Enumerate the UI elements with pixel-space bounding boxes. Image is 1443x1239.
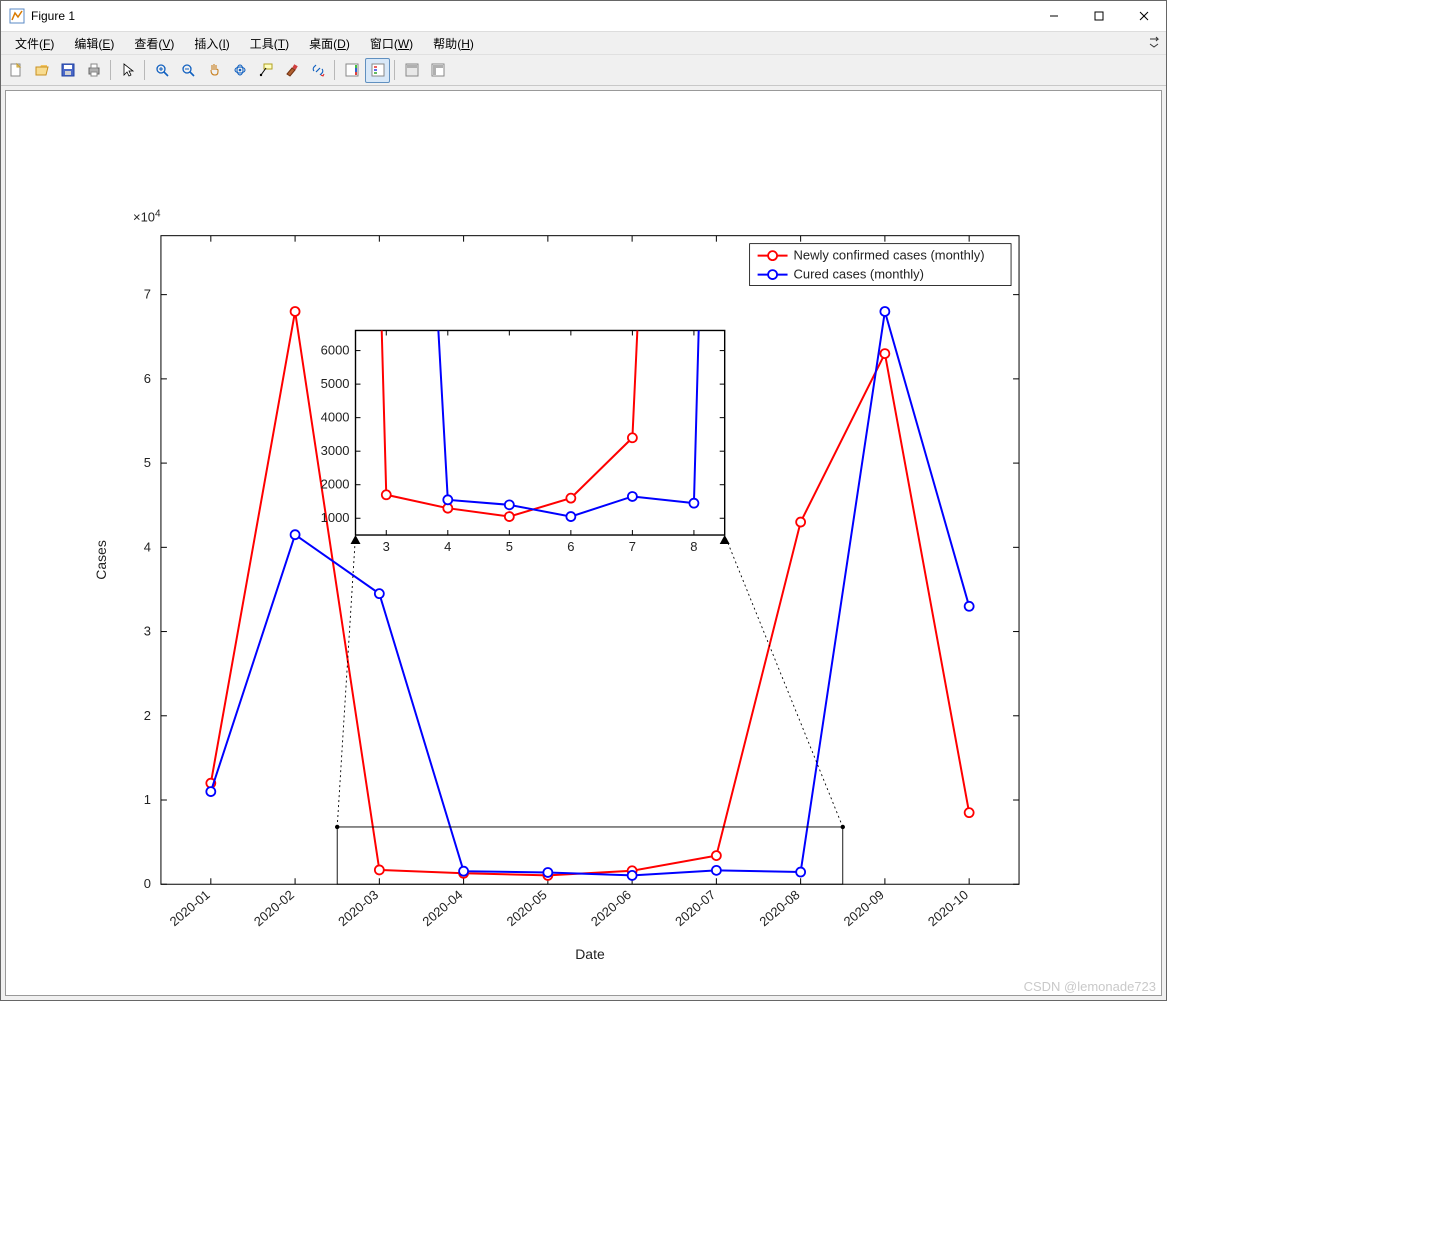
insert-legend-button[interactable]	[365, 58, 390, 83]
svg-text:3000: 3000	[321, 443, 350, 458]
menu-insert[interactable]: 插入(I)	[184, 33, 239, 54]
brush-button[interactable]	[279, 58, 304, 83]
data-cursor-button[interactable]	[253, 58, 278, 83]
pan-button[interactable]	[201, 58, 226, 83]
svg-text:2020-08: 2020-08	[756, 887, 802, 929]
svg-text:1: 1	[144, 792, 151, 807]
svg-text:5: 5	[506, 539, 513, 554]
menu-window[interactable]: 窗口(W)	[360, 33, 423, 54]
svg-text:4: 4	[144, 539, 151, 554]
svg-text:5: 5	[144, 455, 151, 470]
svg-text:6000: 6000	[321, 343, 350, 358]
title-bar: Figure 1	[1, 1, 1166, 32]
svg-text:0: 0	[144, 876, 151, 891]
save-button[interactable]	[55, 58, 80, 83]
plot-svg: 0 1 2 3 4 5 6 7 2020-01 2020-02 2020-03 2020-04 2020…	[6, 91, 1161, 995]
svg-text:2020-01: 2020-01	[167, 887, 213, 929]
svg-text:7: 7	[629, 539, 636, 554]
svg-text:2020-02: 2020-02	[251, 887, 297, 929]
figure-area: 0 1 2 3 4 5 6 7 2020-01 2020-02 2020-03 2020-04 2020…	[1, 86, 1166, 1000]
figure-window: Figure 1 文件(F) 编辑(E) 查看(V) 插入(I) 工具(T) 桌…	[0, 0, 1167, 1001]
menu-edit[interactable]: 编辑(E)	[64, 33, 124, 54]
svg-text:6: 6	[144, 371, 151, 386]
toolbar	[1, 55, 1166, 86]
window-title: Figure 1	[31, 9, 75, 23]
figure-canvas[interactable]: 0 1 2 3 4 5 6 7 2020-01 2020-02 2020-03 2020-04 2020…	[5, 90, 1162, 996]
svg-text:×104: ×104	[133, 208, 161, 225]
menu-help[interactable]: 帮助(H)	[423, 33, 484, 54]
minimize-button[interactable]	[1031, 2, 1076, 31]
zoom-out-button[interactable]	[175, 58, 200, 83]
svg-text:3: 3	[144, 624, 151, 639]
svg-text:2: 2	[144, 708, 151, 723]
svg-text:2020-09: 2020-09	[841, 887, 887, 929]
hide-plot-tools-button[interactable]	[399, 58, 424, 83]
rotate-button[interactable]	[227, 58, 252, 83]
svg-text:Cured cases (monthly): Cured cases (monthly)	[794, 267, 924, 282]
menu-desktop[interactable]: 桌面(D)	[299, 33, 360, 54]
edit-pointer-button[interactable]	[115, 58, 140, 83]
svg-text:1000: 1000	[321, 510, 350, 525]
svg-text:Date: Date	[575, 946, 605, 962]
show-plot-tools-button[interactable]	[425, 58, 450, 83]
svg-text:6: 6	[567, 539, 574, 554]
svg-text:5000: 5000	[321, 376, 350, 391]
app-icon	[9, 8, 25, 24]
menu-file[interactable]: 文件(F)	[5, 33, 64, 54]
close-button[interactable]	[1121, 2, 1166, 31]
svg-text:2020-03: 2020-03	[335, 887, 381, 929]
new-button[interactable]	[3, 58, 28, 83]
svg-text:2020-10: 2020-10	[925, 887, 971, 929]
menu-tools[interactable]: 工具(T)	[240, 33, 299, 54]
link-button[interactable]	[305, 58, 330, 83]
svg-text:Newly confirmed cases (monthly: Newly confirmed cases (monthly)	[794, 248, 985, 263]
svg-text:Cases: Cases	[93, 540, 109, 580]
print-button[interactable]	[81, 58, 106, 83]
svg-text:4: 4	[444, 539, 451, 554]
svg-text:8: 8	[690, 539, 697, 554]
menu-view[interactable]: 查看(V)	[124, 33, 184, 54]
svg-text:7: 7	[144, 287, 151, 302]
maximize-button[interactable]	[1076, 2, 1121, 31]
zoom-in-button[interactable]	[149, 58, 174, 83]
svg-text:2020-07: 2020-07	[672, 887, 718, 929]
open-button[interactable]	[29, 58, 54, 83]
svg-text:2020-06: 2020-06	[588, 887, 634, 929]
svg-text:3: 3	[383, 539, 390, 554]
svg-text:2000: 2000	[321, 477, 350, 492]
svg-text:2020-05: 2020-05	[504, 887, 550, 929]
menu-bar: 文件(F) 编辑(E) 查看(V) 插入(I) 工具(T) 桌面(D) 窗口(W…	[1, 32, 1166, 55]
svg-text:4000: 4000	[321, 410, 350, 425]
dock-arrow-icon[interactable]	[1148, 36, 1160, 51]
svg-text:2020-04: 2020-04	[419, 887, 465, 929]
insert-colorbar-button[interactable]	[339, 58, 364, 83]
